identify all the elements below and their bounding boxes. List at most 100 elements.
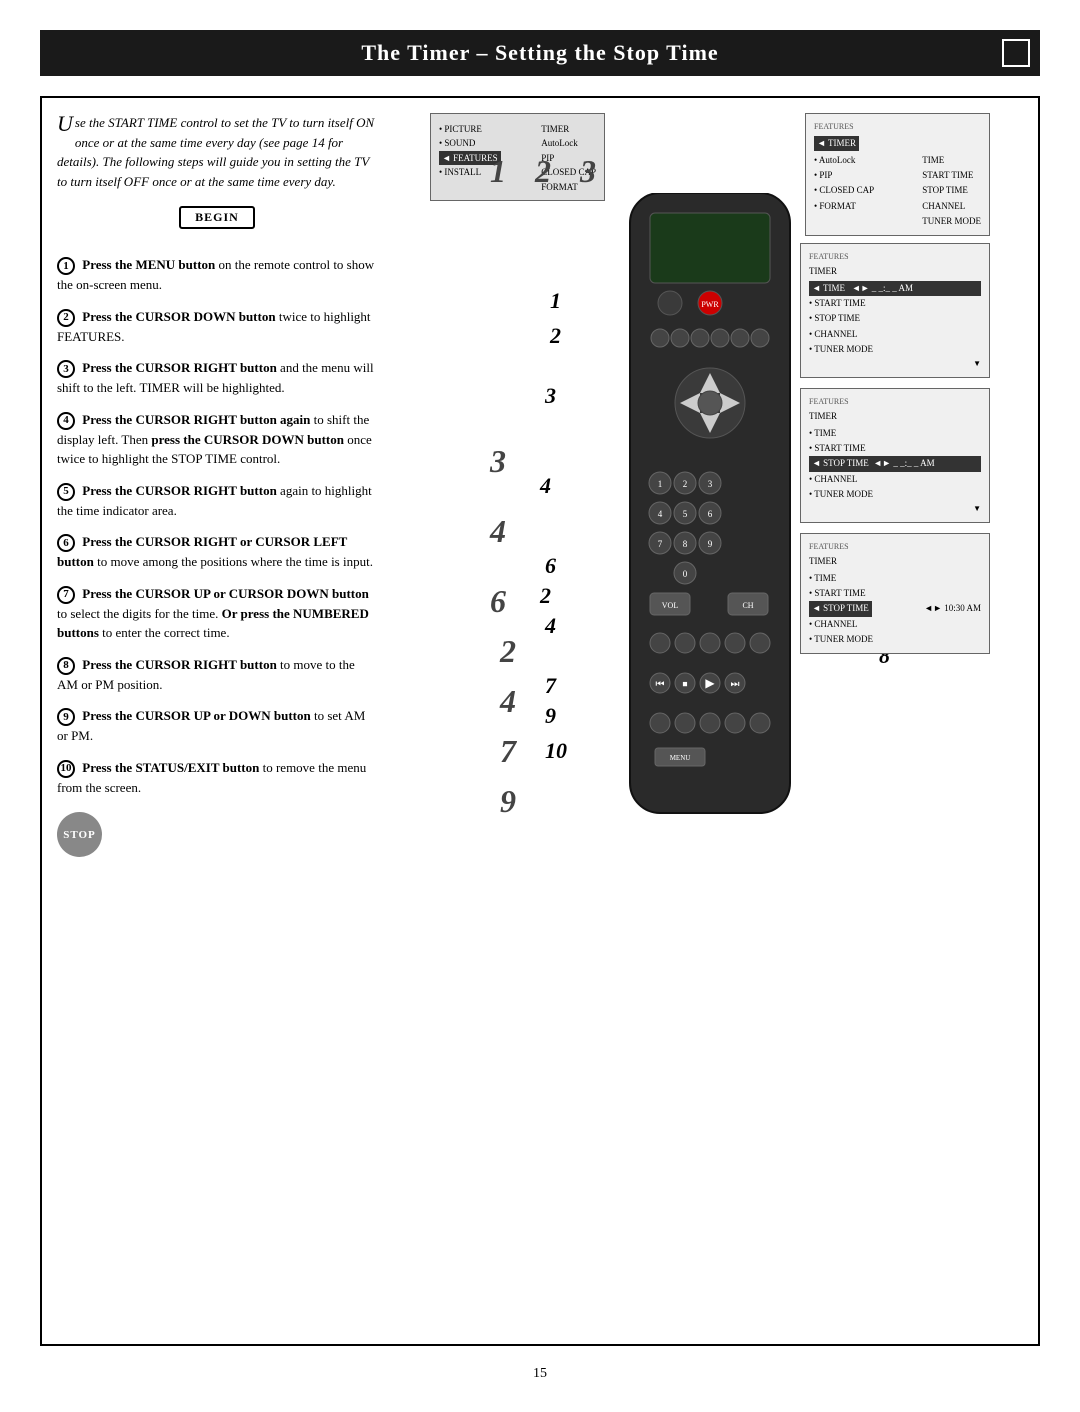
step-num-1: 1 [57,257,75,275]
step-num-2: 2 [57,309,75,327]
p2-r-starttime: START TIME [922,168,981,183]
step-8: 8 Press the CURSOR RIGHT button to move … [57,655,377,695]
step-num-5: 5 [57,483,75,501]
p2-r-time: TIME [922,153,981,168]
stop-badge-area: STOP [57,812,377,857]
step-overlay-2: 2 [550,323,561,349]
svg-text:CH: CH [742,601,753,610]
step-10-bold: Press the STATUS/EXIT button [82,760,259,775]
svg-text:3: 3 [708,479,713,489]
begin-badge: BEGIN [179,206,255,229]
step-num-9: 9 [57,708,75,726]
drop-cap: U [57,113,73,135]
svg-text:VOL: VOL [662,601,679,610]
p5-features-label: FEATURES [809,540,981,554]
large-num-1: 1 [490,153,506,190]
step-num-3: 3 [57,360,75,378]
svg-text:7: 7 [658,539,663,549]
screen-panel-4: FEATURES TIMER • TIME • START TIME ◄ STO… [800,388,990,523]
svg-text:MENU: MENU [670,754,691,762]
p4-features-label: FEATURES [809,395,981,409]
screen-panel-5: FEATURES TIMER • TIME • START TIME ◄ STO… [800,533,990,654]
step-6-bold: Press the CURSOR RIGHT or CURSOR LEFT bu… [57,534,347,569]
p2-r-tunermode: TUNER MODE [922,214,981,229]
step-overlay-6a: 6 [545,553,556,579]
svg-text:⏮: ⏮ [656,679,665,690]
step-6: 6 Press the CURSOR RIGHT or CURSOR LEFT … [57,532,377,572]
p5-time: • TIME [809,571,981,586]
p3-time-hl: ◄ TIME ◄► _ _:_ _ AM [809,281,981,296]
p4-channel: • CHANNEL [809,472,981,487]
step-num-4: 4 [57,412,75,430]
step-7-bold: Press the CURSOR UP or CURSOR DOWN butto… [82,586,369,601]
svg-text:⏭: ⏭ [731,679,740,690]
svg-text:1: 1 [658,479,663,489]
step-3: 3 Press the CURSOR RIGHT button and the … [57,358,377,398]
step-3-bold: Press the CURSOR RIGHT button [82,360,277,375]
page: The Timer – Setting the Stop Time Use th… [0,0,1080,1412]
step-num-6: 6 [57,534,75,552]
p4-time: • TIME [809,426,981,441]
menu-row-picture: • PICTURE [439,122,501,136]
page-title: The Timer – Setting the Stop Time [361,40,718,65]
p5-stoptime-row: ◄ STOP TIME ◄► 10:30 AM [809,601,981,616]
large-num-4l: 4 [490,513,506,550]
svg-text:6: 6 [708,509,713,519]
step-4-bold: Press the CURSOR RIGHT button again [82,412,310,427]
p3-channel: • CHANNEL [809,327,981,342]
p3-arrow-down: ▼ [809,357,981,371]
step-overlay-3: 3 [545,383,556,409]
menu-right-autolock: AutoLock [541,136,596,150]
svg-text:PWR: PWR [701,300,719,309]
step-num-8: 8 [57,657,75,675]
screen-panel-3: FEATURES TIMER ◄ TIME ◄► _ _:_ _ AM • ST… [800,243,990,378]
intro-text: Use the START TIME control to set the TV… [57,113,377,191]
step-10: 10 Press the STATUS/EXIT button to remov… [57,758,377,798]
p3-tunermode: • TUNER MODE [809,342,981,357]
svg-text:8: 8 [683,539,688,549]
step-9: 9 Press the CURSOR UP or DOWN button to … [57,706,377,746]
p3-features-label: FEATURES [809,250,981,264]
p2-pip: • PIP [814,168,874,183]
step-num-7: 7 [57,586,75,604]
menu-screen-panel: • PICTURE • SOUND ◄ FEATURES • INSTALL T… [430,113,605,201]
stop-circle: STOP [57,812,102,857]
step-overlay-7b: 7 [545,673,556,699]
large-num-9l: 9 [500,783,516,820]
p5-stoptime-hl: ◄ STOP TIME [809,601,872,616]
p4-tunermode: • TUNER MODE [809,487,981,502]
p5-time-value: ◄► 10:30 AM [924,601,981,616]
page-header: The Timer – Setting the Stop Time [40,30,1040,76]
p2-r-stoptime: STOP TIME [922,183,981,198]
step-4: 4 Press the CURSOR RIGHT button again to… [57,410,377,469]
right-column: • PICTURE • SOUND ◄ FEATURES • INSTALL T… [397,113,1023,1329]
large-num-3l: 3 [490,443,506,480]
p3-stoptime: • STOP TIME [809,311,981,326]
step-9-bold: Press the CURSOR UP or DOWN button [82,708,310,723]
p4-stoptime-hl: ◄ STOP TIME ◄► _ _:_ _ AM [809,456,981,471]
page-num-value: 15 [533,1366,547,1381]
step-overlay-9b: 9 [545,703,556,729]
step-1: 1 Press the MENU button on the remote co… [57,255,377,295]
large-num-2l: 2 [500,633,516,670]
large-num-2: 2 [535,153,551,190]
p5-timer-label: TIMER [809,554,981,569]
p4-starttime: • START TIME [809,441,981,456]
p5-channel: • CHANNEL [809,617,981,632]
step-5-bold: Press the CURSOR RIGHT button [82,483,277,498]
step-7: 7 Press the CURSOR UP or CURSOR DOWN but… [57,584,377,643]
step-1-bold: Press the MENU button [82,257,215,272]
panel2-title: FEATURES [814,120,981,134]
svg-text:9: 9 [708,539,713,549]
step-2: 2 Press the CURSOR DOWN button twice to … [57,307,377,347]
p5-starttime: • START TIME [809,586,981,601]
svg-text:2: 2 [683,479,688,489]
large-num-7l: 7 [500,733,516,770]
large-num-3: 3 [580,153,596,190]
step-2-bold: Press the CURSOR DOWN button [82,309,275,324]
p3-timer-label: TIMER [809,264,981,279]
stop-label: STOP [63,829,96,841]
page-number: 15 [40,1366,1040,1382]
svg-text:▶: ▶ [705,676,715,690]
p5-tunermode: • TUNER MODE [809,632,981,647]
